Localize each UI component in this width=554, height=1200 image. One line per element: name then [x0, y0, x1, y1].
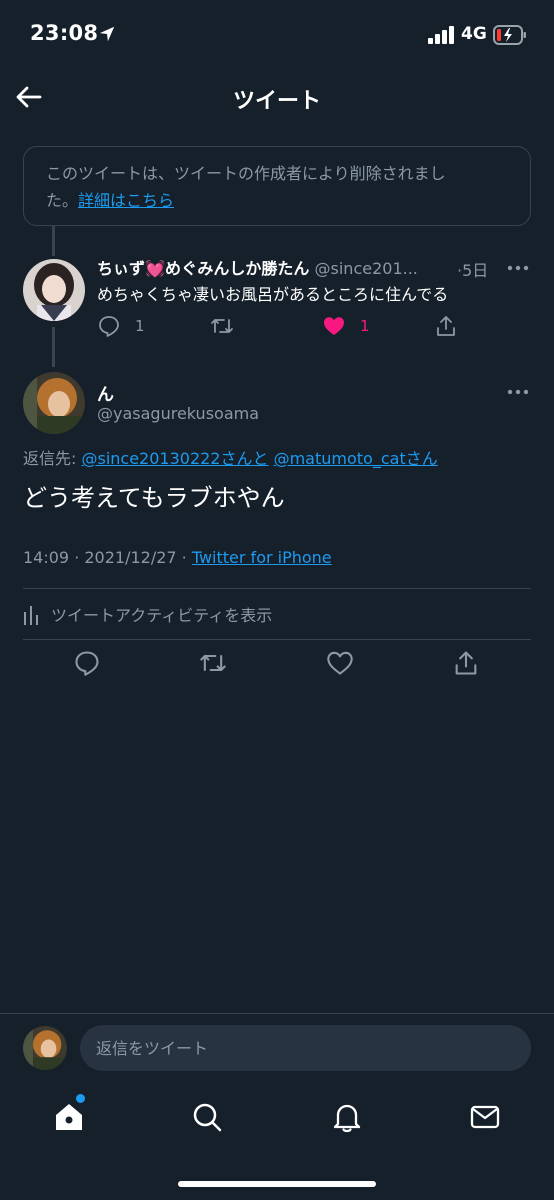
main-tweet-text: どう考えてもラブホやん	[23, 484, 285, 512]
location-arrow-icon	[99, 26, 115, 42]
status-time: 23:08	[30, 21, 99, 45]
main-author-name[interactable]: ん	[97, 380, 114, 405]
author-name[interactable]: ちぃず	[97, 259, 145, 278]
mail-icon[interactable]	[468, 1100, 502, 1134]
home-indicator[interactable]	[178, 1181, 376, 1187]
reply-to-mention-1[interactable]: @since20130222	[81, 449, 220, 468]
parent-tweet-text: めちゃくちゃ凄いお風呂があるところに住んでる	[97, 285, 449, 304]
activity-label: ツイートアクティビティを表示	[51, 606, 273, 625]
more-dots-icon[interactable]	[506, 380, 530, 404]
like-button[interactable]: 1	[322, 313, 370, 339]
tweet-source-link[interactable]: Twitter for iPhone	[192, 548, 332, 567]
parent-author-row: ちぃず💓めぐみんしか勝たん @since201...	[97, 255, 497, 281]
heart-icon[interactable]	[326, 649, 354, 677]
replying-to: 返信先: @since20130222さんと @matumoto_catさん	[23, 445, 438, 469]
like-count: 1	[360, 317, 370, 335]
divider	[23, 639, 531, 640]
bell-icon[interactable]	[330, 1100, 364, 1134]
tweet-timestamp: 14:09 · 2021/12/27 ·	[23, 548, 192, 567]
current-user-avatar[interactable]	[23, 1026, 67, 1070]
reply-icon	[99, 316, 119, 337]
reply-count: 1	[135, 317, 145, 335]
retweet-icon[interactable]	[199, 649, 227, 677]
tweet-time: ·5日	[457, 261, 489, 280]
divider	[0, 1013, 554, 1014]
learn-more-link[interactable]: 詳細はこちら	[78, 191, 174, 210]
avatar[interactable]	[23, 259, 85, 321]
battery-icon	[493, 25, 526, 45]
status-bar: 23:08 4G	[0, 0, 554, 70]
tweet-detail-screen: 23:08 4G ツイート このツイートは、ツイートの作成者により削除されまし …	[0, 0, 554, 1200]
divider	[23, 588, 531, 589]
signal-icon	[428, 26, 454, 44]
tweet-activity-button[interactable]: ツイートアクティビティを表示	[23, 601, 272, 627]
home-icon[interactable]	[52, 1100, 86, 1134]
reply-button[interactable]: 1	[97, 313, 145, 339]
reply-icon[interactable]	[73, 649, 101, 677]
author-handle: @since201...	[314, 259, 418, 278]
main-author-handle: @yasagurekusoama	[97, 404, 260, 423]
deleted-notice-text-2: た。	[46, 191, 79, 210]
share-icon	[437, 316, 455, 336]
avatar-image	[23, 1026, 67, 1070]
page-title: ツイート	[232, 89, 321, 114]
avatar-image	[23, 259, 85, 321]
heart-icon	[324, 317, 344, 335]
more-dots-icon[interactable]	[506, 256, 530, 280]
tweet-metadata: 14:09 · 2021/12/27 · Twitter for iPhone	[23, 548, 332, 567]
deleted-tweet-notice: このツイートは、ツイートの作成者により削除されまし た。詳細はこちら	[23, 146, 531, 226]
thread-connector-line-2	[52, 327, 55, 367]
reply-to-suffix-2[interactable]: さん	[406, 449, 438, 468]
unread-indicator	[76, 1094, 85, 1103]
retweet-icon	[211, 319, 233, 333]
top-nav-bar: ツイート	[0, 70, 554, 126]
author-name-suffix[interactable]: めぐみんしか勝たん	[165, 259, 309, 278]
reply-input[interactable]	[80, 1025, 531, 1071]
avatar-image	[23, 372, 85, 434]
replying-label: 返信先:	[23, 449, 82, 468]
deleted-notice-text: このツイートは、ツイートの作成者により削除されまし	[46, 164, 446, 183]
reply-to-mention-2[interactable]: @matumoto_cat	[274, 449, 406, 468]
bar-chart-icon	[24, 606, 38, 625]
search-icon[interactable]	[190, 1100, 224, 1134]
share-icon[interactable]	[452, 649, 480, 677]
share-button[interactable]	[434, 313, 472, 339]
heart-emoji: 💓	[145, 259, 165, 278]
main-author-avatar[interactable]	[23, 372, 85, 434]
network-type: 4G	[461, 24, 487, 44]
thread-connector-line	[52, 226, 55, 256]
reply-to-suffix-1[interactable]: さんと	[220, 449, 268, 468]
retweet-button[interactable]	[210, 313, 248, 339]
